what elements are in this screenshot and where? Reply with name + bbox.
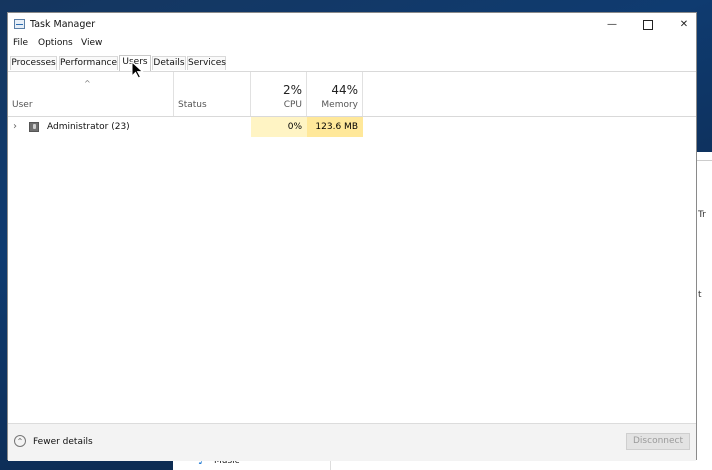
minimize-button[interactable]: — xyxy=(603,17,621,33)
memory-total-percent[interactable]: 44% xyxy=(307,83,358,97)
maximize-icon xyxy=(643,20,653,30)
mouse-cursor-icon xyxy=(131,61,144,79)
background-window-text: t xyxy=(698,290,702,300)
title-bar[interactable]: Task Manager — ✕ xyxy=(8,13,696,37)
user-name-cell: Administrator (23) xyxy=(47,122,130,132)
menu-view[interactable]: View xyxy=(81,38,102,48)
expand-chevron-icon[interactable]: › xyxy=(13,121,17,132)
maximize-button[interactable] xyxy=(639,17,657,33)
column-separator[interactable] xyxy=(173,72,174,116)
background-window-divider xyxy=(697,160,712,161)
tab-processes[interactable]: Processes xyxy=(10,56,57,70)
memory-cell: 123.6 MB xyxy=(307,117,363,137)
close-button[interactable]: ✕ xyxy=(675,17,693,33)
tab-details[interactable]: Details xyxy=(152,56,186,70)
cpu-total-percent[interactable]: 2% xyxy=(251,83,302,97)
footer-bar: ⌃ Fewer details Disconnect xyxy=(8,423,696,461)
menu-options[interactable]: Options xyxy=(38,38,73,48)
background-window-text: Tr xyxy=(698,210,706,220)
menu-bar: File Options View xyxy=(8,38,696,52)
tab-services[interactable]: Services xyxy=(187,56,226,70)
fewer-details-link[interactable]: Fewer details xyxy=(33,437,93,447)
column-status[interactable]: Status xyxy=(178,100,207,110)
task-manager-window: Task Manager — ✕ File Options View Proce… xyxy=(7,12,697,461)
column-memory[interactable]: Memory xyxy=(307,100,358,110)
sort-ascending-icon: ^ xyxy=(84,79,91,88)
disconnect-button[interactable]: Disconnect xyxy=(626,433,690,450)
user-account-icon xyxy=(29,122,39,132)
column-user[interactable]: User xyxy=(12,100,33,110)
menu-file[interactable]: File xyxy=(13,38,28,48)
task-manager-app-icon xyxy=(14,19,25,29)
column-separator[interactable] xyxy=(362,72,363,116)
close-icon: ✕ xyxy=(679,19,689,30)
table-row[interactable]: › Administrator (23) 0% 123.6 MB xyxy=(8,117,696,137)
column-cpu[interactable]: CPU xyxy=(251,100,302,110)
window-title: Task Manager xyxy=(30,19,96,30)
minimize-icon: — xyxy=(607,19,617,30)
fewer-details-icon[interactable]: ⌃ xyxy=(14,435,26,447)
cpu-cell: 0% xyxy=(251,117,307,137)
tab-performance[interactable]: Performance xyxy=(59,56,118,70)
tab-bar: Processes Performance Users Details Serv… xyxy=(8,55,696,72)
